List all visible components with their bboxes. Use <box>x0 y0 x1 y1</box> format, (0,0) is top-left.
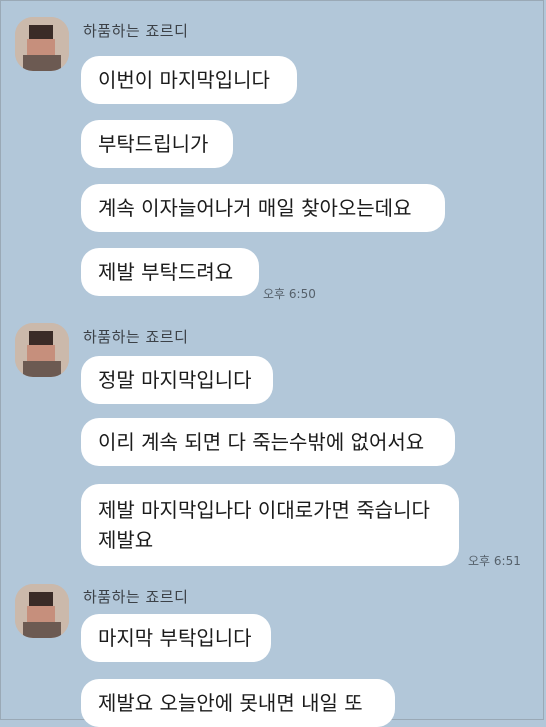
message-bubble[interactable]: 계속 이자늘어나거 매일 찾아오는데요 <box>81 184 445 232</box>
message-bubble[interactable]: 마지막 부탁입니다 <box>81 614 271 662</box>
avatar[interactable] <box>15 323 69 377</box>
message-bubble[interactable]: 정말 마지막입니다 <box>81 356 273 404</box>
message-bubble[interactable]: 제발요 오늘안에 못내면 내일 또 <box>81 679 395 727</box>
message-timestamp: 오후 6:51 <box>468 554 521 568</box>
sender-name: 하품하는 죠르디 <box>83 588 189 606</box>
chat-screen: 하품하는 죠르디 이번이 마지막입니다 부탁드립니가 계속 이자늘어나거 매일 … <box>0 0 544 727</box>
sender-name: 하품하는 죠르디 <box>83 328 189 346</box>
message-bubble[interactable]: 이리 계속 되면 다 죽는수밖에 없어서요 <box>81 418 455 466</box>
message-timestamp: 오후 6:50 <box>263 287 316 301</box>
message-bubble[interactable]: 제발 마지막입나다 이대로가면 죽습니다 제발요 <box>81 484 459 566</box>
message-bubble[interactable]: 이번이 마지막입니다 <box>81 56 297 104</box>
avatar[interactable] <box>15 584 69 638</box>
message-bubble[interactable]: 부탁드립니가 <box>81 120 233 168</box>
avatar[interactable] <box>15 17 69 71</box>
message-bubble[interactable]: 제발 부탁드려요 <box>81 248 259 296</box>
sender-name: 하품하는 죠르디 <box>83 22 189 40</box>
